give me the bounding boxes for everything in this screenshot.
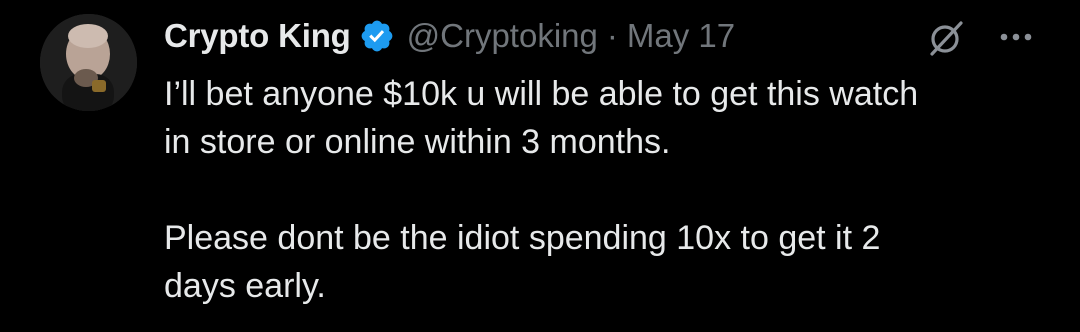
display-name[interactable]: Crypto King bbox=[164, 17, 351, 55]
header-separator: · bbox=[606, 17, 618, 54]
tweet-line: in store or online within 3 months. bbox=[164, 123, 671, 161]
tweet-paragraph-2: Please dont be the idiot spending 10x to… bbox=[164, 214, 1044, 310]
tweet-header: Crypto King @Cryptoking · May 17 bbox=[164, 14, 735, 58]
author-handle[interactable]: @Cryptoking bbox=[407, 17, 598, 55]
avatar-image bbox=[40, 14, 137, 111]
avatar[interactable] bbox=[40, 14, 137, 111]
tweet-line: I’ll bet anyone $10k u will be able to g… bbox=[164, 75, 919, 113]
verified-badge-icon bbox=[359, 18, 395, 54]
tweet-text: I’ll bet anyone $10k u will be able to g… bbox=[164, 70, 1044, 310]
tweet-paragraph-1: I’ll bet anyone $10k u will be able to g… bbox=[164, 70, 1044, 166]
more-options-icon[interactable] bbox=[996, 20, 1036, 54]
tweet-date[interactable]: May 17 bbox=[627, 17, 735, 55]
tweet-line: Please dont be the idiot spending 10x to… bbox=[164, 219, 881, 257]
tweet-line: days early. bbox=[164, 267, 326, 305]
tweet[interactable]: Crypto King @Cryptoking · May 17 I’ll be… bbox=[0, 0, 1080, 332]
grok-icon[interactable] bbox=[926, 18, 966, 58]
